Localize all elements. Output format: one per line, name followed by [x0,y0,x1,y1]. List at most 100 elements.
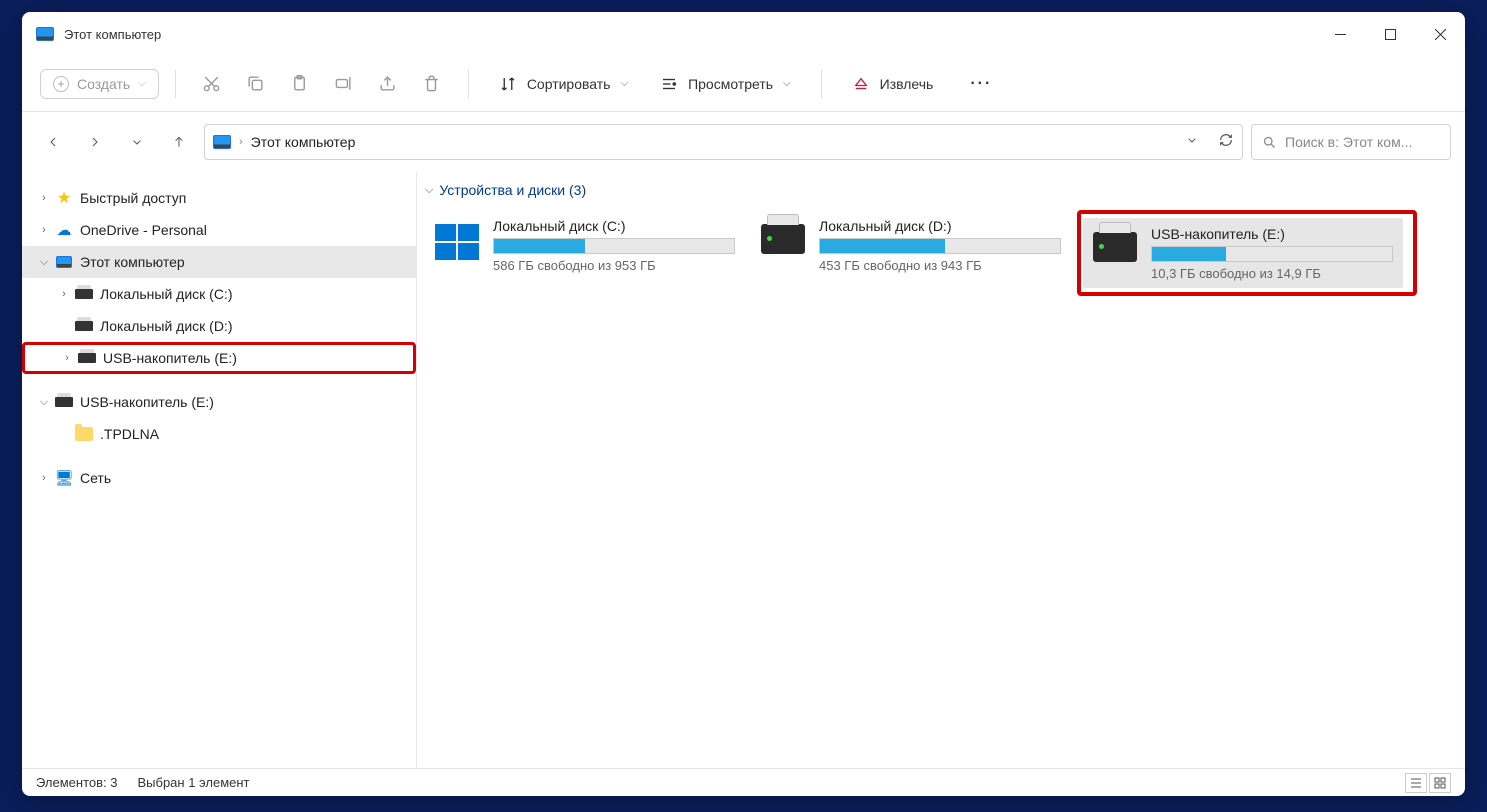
close-button[interactable] [1415,12,1465,56]
search-placeholder: Поиск в: Этот ком... [1285,134,1412,150]
usage-bar [493,238,735,254]
tree-arrow-icon[interactable]: › [34,192,54,204]
new-button[interactable]: + Создать ⌵ [40,69,159,99]
cloud-icon: ☁ [54,221,74,239]
drive-name: Локальный диск (D:) [819,218,1061,234]
sidebar-item[interactable]: ›☁ OneDrive - Personal [22,214,416,246]
eject-label: Извлечь [880,76,934,92]
tree-arrow-icon[interactable]: › [57,352,77,364]
details-view-button[interactable] [1405,773,1427,793]
search-icon [1262,135,1277,150]
tree-arrow-icon[interactable]: › [54,288,74,300]
delete-button[interactable] [412,66,452,102]
sidebar-label: .TPDLNA [100,426,159,442]
minimize-button[interactable] [1315,12,1365,56]
sidebar-item[interactable]: .TPDLNA [22,418,416,450]
pc-icon [54,256,74,268]
free-space-text: 453 ГБ свободно из 943 ГБ [819,258,1061,273]
hdd-icon [1093,232,1137,268]
sidebar-item[interactable]: ›🖥 Сеть [22,462,416,494]
address-bar[interactable]: › Этот компьютер [204,124,1243,160]
address-dropdown[interactable] [1184,132,1200,153]
chevron-down-icon: ⌵ [783,78,791,89]
drive-info: USB-накопитель (E:)10,3 ГБ свободно из 1… [1151,226,1393,281]
status-bar: Элементов: 3 Выбран 1 элемент [22,768,1465,796]
sidebar-label: Сеть [80,470,111,486]
share-button[interactable] [368,66,408,102]
tiles-view-button[interactable] [1429,773,1451,793]
drive-icon [74,321,94,331]
nav-row: › Этот компьютер Поиск в: Этот ком... [22,112,1465,172]
sidebar-item[interactable]: › Локальный диск (C:) [22,278,416,310]
separator [821,70,822,98]
eject-button[interactable]: Извлечь [838,69,948,99]
separator [468,70,469,98]
sidebar-item[interactable]: Локальный диск (D:) [22,310,416,342]
drive-icon [77,353,97,363]
tree-arrow-icon[interactable]: › [34,472,54,484]
back-button[interactable] [36,125,70,159]
chevron-down-icon: ⌵ [620,78,628,89]
forward-button[interactable] [78,125,112,159]
hdd-icon [761,224,805,260]
new-label: Создать [77,76,130,92]
rename-button[interactable] [324,66,364,102]
star-icon: ★ [54,188,74,208]
sidebar-item[interactable]: ⌵ Этот компьютер [22,246,416,278]
view-label: Просмотреть [688,76,773,92]
drive-icon [54,397,74,407]
caret-down-icon: ⌵ [425,184,433,197]
breadcrumb-item[interactable]: Этот компьютер [251,134,356,150]
breadcrumb-sep: › [239,136,243,148]
separator [175,70,176,98]
sidebar-item[interactable]: ›★ Быстрый доступ [22,182,416,214]
more-button[interactable]: ··· [961,66,1001,102]
copy-button[interactable] [236,66,276,102]
explorer-window: Этот компьютер + Создать ⌵ Сортировать ⌵… [22,12,1465,796]
sidebar-label: Этот компьютер [80,254,185,270]
drive-info: Локальный диск (C:)586 ГБ свободно из 95… [493,218,735,273]
drive-item[interactable]: Локальный диск (C:)586 ГБ свободно из 95… [425,210,745,280]
sort-button[interactable]: Сортировать ⌵ [485,69,642,99]
tree-arrow-icon[interactable]: ⌵ [34,256,54,269]
sidebar-item[interactable]: ⌵ USB-накопитель (E:) [22,386,416,418]
drive-icon [74,289,94,299]
sidebar-label: Локальный диск (C:) [100,286,233,302]
usage-bar [1151,246,1393,262]
maximize-button[interactable] [1365,12,1415,56]
folder-icon [74,427,94,441]
paste-button[interactable] [280,66,320,102]
window-title: Этот компьютер [64,27,1315,42]
drives-container: Локальный диск (C:)586 ГБ свободно из 95… [425,210,1457,296]
refresh-button[interactable] [1218,132,1234,153]
search-input[interactable]: Поиск в: Этот ком... [1251,124,1451,160]
recent-dropdown[interactable] [120,125,154,159]
toolbar: + Создать ⌵ Сортировать ⌵ Просмотреть ⌵ … [22,56,1465,112]
free-space-text: 586 ГБ свободно из 953 ГБ [493,258,735,273]
network-icon: 🖥 [54,469,74,487]
up-button[interactable] [162,125,196,159]
view-button[interactable]: Просмотреть ⌵ [646,69,805,99]
titlebar: Этот компьютер [22,12,1465,56]
content-area: ⌵ Устройства и диски (3) Локальный диск … [417,172,1465,768]
sidebar-label: Локальный диск (D:) [100,318,233,334]
item-count: Элементов: 3 [36,775,117,790]
usage-bar [819,238,1061,254]
sidebar-item[interactable]: ›USB-накопитель (E:) [22,342,416,374]
drive-item[interactable]: USB-накопитель (E:)10,3 ГБ свободно из 1… [1083,218,1403,288]
group-header[interactable]: ⌵ Устройства и диски (3) [425,182,1457,198]
sidebar-label: Быстрый доступ [80,190,186,206]
drive-item[interactable]: Локальный диск (D:) 453 ГБ свободно из 94… [751,210,1071,280]
windows-drive-icon [435,224,479,260]
cut-button[interactable] [192,66,232,102]
tree-arrow-icon[interactable]: › [34,224,54,236]
plus-icon: + [53,76,69,92]
window-controls [1315,12,1465,56]
sidebar-label: USB-накопитель (E:) [80,394,214,410]
view-switcher [1405,773,1451,793]
tree-arrow-icon[interactable]: ⌵ [34,396,54,409]
sidebar-label: OneDrive - Personal [80,222,207,238]
sort-icon [499,75,517,93]
location-icon [213,135,231,149]
drive-name: USB-накопитель (E:) [1151,226,1393,242]
